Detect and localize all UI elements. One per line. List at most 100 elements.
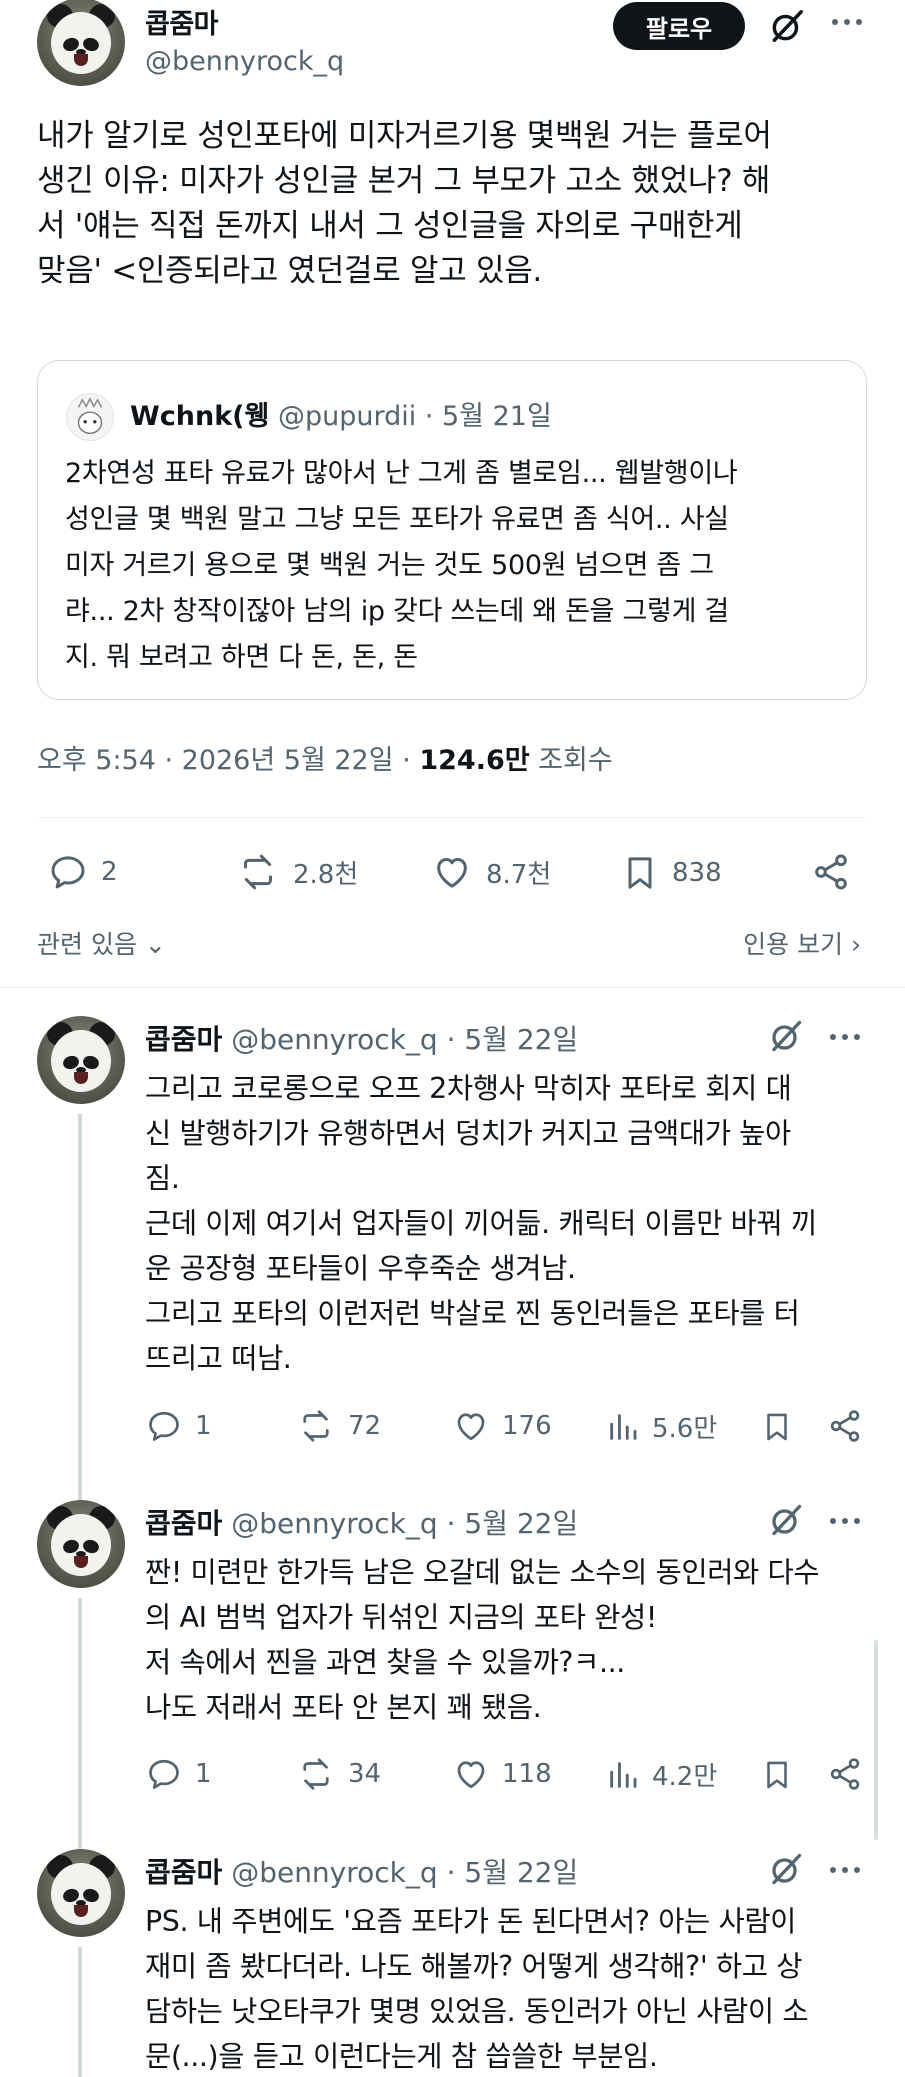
repost-arrows-icon bbox=[303, 1758, 329, 1790]
main-tweet-text: 내가 알기로 성인포타에 미자거르기용 몇백원 거는 플로어 생긴 이유: 미자… bbox=[37, 118, 772, 289]
author-name[interactable]: 콥줌마 bbox=[145, 1023, 222, 1056]
reply-date[interactable]: · 5월 22일 bbox=[438, 1856, 579, 1889]
repost-count: 72 bbox=[348, 1411, 382, 1441]
avatar[interactable] bbox=[37, 1016, 125, 1104]
bookmark-icon bbox=[767, 1761, 787, 1789]
more-dots-icon[interactable] bbox=[830, 1518, 866, 1528]
avatar[interactable] bbox=[37, 1500, 125, 1588]
bookmark-button[interactable] bbox=[760, 1756, 794, 1794]
repost-button[interactable]: 72 bbox=[296, 1408, 381, 1444]
author-name[interactable]: 콥줌마 bbox=[145, 1507, 222, 1540]
repost-arrows-icon bbox=[244, 854, 272, 890]
speech-bubble-icon bbox=[149, 1759, 179, 1789]
reply-date[interactable]: · 5월 22일 bbox=[438, 1023, 579, 1056]
repost-button[interactable]: 2.8천 bbox=[235, 852, 358, 892]
repost-arrows-icon bbox=[303, 1410, 329, 1442]
reply-text: 그리고 코로롱으로 오프 2차행사 막히자 포타로 회지 대 신 발행하기가 유… bbox=[145, 1072, 817, 1375]
speech-bubble-icon bbox=[51, 856, 85, 889]
tweet-detail-page: 콥줌마 @bennyrock_q 팔로우 내가 알기로 성인포타에 미자거르기용… bbox=[0, 0, 905, 2077]
reply-header: 콥줌마 @bennyrock_q · 5월 22일 bbox=[145, 1851, 578, 1891]
related-toggle[interactable]: 관련 있음 ⌄ bbox=[37, 925, 166, 961]
related-label: 관련 있음 bbox=[37, 930, 137, 959]
share-icon bbox=[830, 1410, 860, 1442]
heart-icon bbox=[457, 1761, 485, 1789]
author-handle[interactable]: @bennyrock_q bbox=[231, 1023, 437, 1056]
speech-bubble-icon bbox=[149, 1411, 179, 1441]
thread-line bbox=[78, 1947, 82, 2077]
reply-count: 1 bbox=[195, 1759, 212, 1789]
bookmark-button[interactable]: 838 bbox=[620, 852, 722, 894]
tweet-meta: 오후 5:54 · 2026년 5월 22일 · 124.6만 조회수 bbox=[37, 738, 613, 777]
author-handle[interactable]: @bennyrock_q bbox=[231, 1507, 437, 1540]
reply-button[interactable]: 1 bbox=[145, 1408, 212, 1444]
quoted-tweet-card[interactable]: Wchnk(웽 @pupurdii · 5월 21일 2차연성 표타 유료가 많… bbox=[37, 360, 867, 700]
heart-icon bbox=[457, 1413, 485, 1441]
author-name[interactable]: 콥줌마 bbox=[145, 1856, 222, 1889]
author-handle[interactable]: @bennyrock_q bbox=[145, 46, 344, 77]
reply-text: PS. 내 주변에도 '요즘 포타가 돈 된다면서? 아는 사람이 재미 좀 봤… bbox=[145, 1905, 809, 2073]
avatar[interactable] bbox=[37, 0, 125, 86]
main-tweet-header: 콥줌마 @bennyrock_q 팔로우 bbox=[37, 0, 867, 88]
avatar[interactable] bbox=[37, 1849, 125, 1937]
quoted-author-handle[interactable]: @pupurdii bbox=[278, 401, 416, 432]
share-icon bbox=[815, 854, 847, 890]
reply-header: 콥줌마 @bennyrock_q · 5월 22일 bbox=[145, 1018, 578, 1058]
like-count: 176 bbox=[502, 1411, 552, 1441]
grok-icon[interactable] bbox=[768, 1502, 804, 1538]
scrollbar[interactable] bbox=[874, 1640, 878, 1840]
grok-icon[interactable] bbox=[768, 7, 806, 45]
thread-line bbox=[78, 1598, 82, 1858]
like-count: 118 bbox=[502, 1759, 552, 1789]
bar-chart-icon bbox=[610, 1761, 637, 1788]
share-button[interactable] bbox=[827, 1408, 863, 1444]
like-button[interactable]: 118 bbox=[452, 1756, 552, 1792]
reply-count: 1 bbox=[195, 1411, 212, 1441]
author-handle[interactable]: @bennyrock_q bbox=[231, 1856, 437, 1889]
divider bbox=[0, 987, 905, 988]
bookmark-icon bbox=[628, 857, 652, 889]
views-button[interactable]: 4.2만 bbox=[606, 1756, 717, 1793]
chevron-down-icon: ⌄ bbox=[136, 930, 166, 959]
grok-icon[interactable] bbox=[768, 1018, 804, 1054]
reply-text: 짠! 미련만 한가득 남은 오갈데 없는 소수의 동인러와 다수 의 AI 범벅… bbox=[145, 1556, 820, 1724]
like-button[interactable]: 8.7천 bbox=[430, 852, 551, 892]
bookmark-button[interactable] bbox=[760, 1408, 794, 1446]
author-name[interactable]: 콥줌마 bbox=[145, 2, 219, 41]
like-count: 8.7천 bbox=[486, 859, 552, 890]
quoted-tweet-text: 2차연성 표타 유료가 많아서 난 그게 좀 별로임... 웹발행이나 성인글 … bbox=[65, 458, 738, 673]
view-count: 124.6만 bbox=[419, 745, 530, 776]
quoted-author-name[interactable]: Wchnk(웽 bbox=[130, 401, 269, 432]
view-count: 5.6만 bbox=[652, 1414, 718, 1444]
reply-date[interactable]: · 5월 22일 bbox=[438, 1507, 579, 1540]
divider bbox=[37, 817, 867, 818]
reply-button[interactable]: 2 bbox=[47, 852, 118, 892]
bar-chart-icon bbox=[610, 1413, 637, 1440]
reply-header: 콥줌마 @bennyrock_q · 5월 22일 bbox=[145, 1502, 578, 1542]
repost-count: 2.8천 bbox=[293, 859, 359, 890]
reply-button[interactable]: 1 bbox=[145, 1756, 212, 1792]
more-dots-icon[interactable] bbox=[830, 1867, 866, 1877]
grok-icon[interactable] bbox=[768, 1851, 804, 1887]
thread-line bbox=[78, 1114, 82, 1532]
view-count: 4.2만 bbox=[652, 1762, 718, 1792]
more-dots-icon[interactable] bbox=[830, 1034, 866, 1044]
view-quotes-link[interactable]: 인용 보기 › bbox=[743, 925, 861, 961]
chevron-right-icon: › bbox=[843, 930, 861, 959]
bookmark-count: 838 bbox=[672, 858, 722, 888]
quotes-label: 인용 보기 bbox=[743, 930, 844, 959]
views-button[interactable]: 5.6만 bbox=[606, 1408, 717, 1445]
follow-button[interactable]: 팔로우 bbox=[613, 2, 745, 50]
share-icon bbox=[830, 1758, 860, 1790]
share-button[interactable] bbox=[810, 852, 852, 892]
heart-icon bbox=[437, 858, 467, 888]
more-dots-icon[interactable] bbox=[832, 19, 868, 29]
quoted-tweet-header: Wchnk(웽 @pupurdii · 5월 21일 bbox=[130, 394, 552, 433]
tweet-timestamp[interactable]: 오후 5:54 · 2026년 5월 22일 · bbox=[37, 745, 419, 776]
share-button[interactable] bbox=[827, 1756, 863, 1792]
repost-count: 34 bbox=[348, 1759, 382, 1789]
quoted-date: · 5월 21일 bbox=[416, 401, 552, 432]
bookmark-icon bbox=[767, 1413, 787, 1441]
views-label: 조회수 bbox=[529, 745, 613, 776]
repost-button[interactable]: 34 bbox=[296, 1756, 381, 1792]
like-button[interactable]: 176 bbox=[452, 1408, 552, 1444]
